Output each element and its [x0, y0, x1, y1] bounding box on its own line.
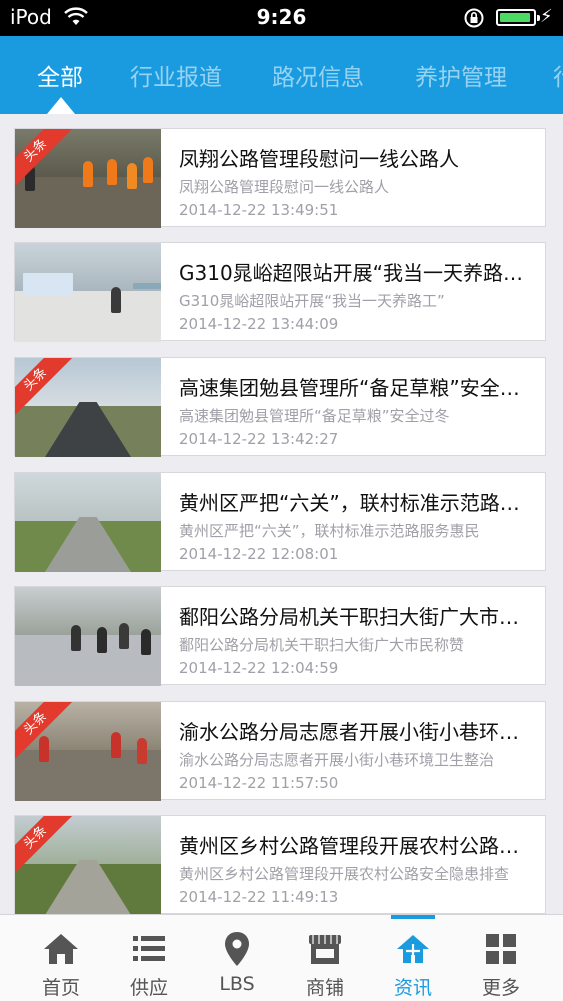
news-thumbnail [15, 243, 161, 342]
news-thumbnail [15, 587, 161, 686]
news-title: 高速集团勉县管理所“备足草粮”安全过冬 [179, 376, 531, 400]
charging-bolt-icon: ⚡ [540, 6, 553, 27]
news-item[interactable]: 头条 渝水公路分局志愿者开展小街小巷环境卫生整治 渝水公路分局志愿者开展小街小巷… [14, 701, 546, 801]
news-item[interactable]: 黄州区严把“六关”，联村标准示范路服务惠民 黄州区严把“六关”，联村标准示范路服… [14, 472, 546, 572]
nav-home[interactable]: 首页 [17, 915, 105, 1001]
news-summary: 高速集团勉县管理所“备足草粮”安全过冬 [179, 407, 450, 425]
tab-all[interactable]: 全部 [37, 58, 83, 92]
news-thumbnail [15, 473, 161, 572]
news-item[interactable]: 头条 凤翔公路管理段慰问一线公路人 凤翔公路管理段慰问一线公路人 2014-12… [14, 128, 546, 228]
news-summary: 鄱阳公路分局机关干职扫大街广大市民称赞 [179, 636, 465, 654]
location-pin-icon [225, 932, 249, 966]
news-title: 渝水公路分局志愿者开展小街小巷环境卫生整治 [179, 720, 531, 744]
nav-shop[interactable]: 商铺 [281, 915, 369, 1001]
tab-industry-report[interactable]: 行业报道 [130, 58, 222, 92]
nav-news[interactable]: 资讯 [369, 915, 457, 1001]
news-summary: 黄州区严把“六关”，联村标准示范路服务惠民 [179, 522, 480, 540]
news-summary: 渝水公路分局志愿者开展小街小巷环境卫生整治 [179, 751, 495, 769]
nav-home-label: 首页 [41, 977, 80, 999]
news-title: 黄州区乡村公路管理段开展农村公路安全隐患排查 [179, 834, 531, 858]
nav-supply[interactable]: 供应 [105, 915, 193, 1001]
tab-road-conditions[interactable]: 路况信息 [272, 58, 364, 92]
battery-icon [496, 9, 540, 26]
shop-icon [309, 935, 341, 964]
active-tab-indicator [47, 97, 75, 114]
news-summary: 凤翔公路管理段慰问一线公路人 [179, 178, 390, 196]
news-title: G310晁峪超限站开展“我当一天养路工” [179, 261, 531, 285]
home-icon [44, 934, 78, 964]
news-thumbnail: 头条 [15, 129, 161, 228]
news-summary: G310晁峪超限站开展“我当一天养路工” [179, 292, 445, 310]
news-timestamp: 2014-12-22 11:49:13 [179, 888, 339, 906]
status-bar: iPod 9:26 ⚡ [0, 0, 563, 36]
tab-partial[interactable]: 行 [553, 58, 563, 92]
nav-more-label: 更多 [481, 977, 520, 999]
nav-lbs-label: LBS [219, 973, 255, 995]
news-timestamp: 2014-12-22 13:44:09 [179, 315, 339, 333]
news-item[interactable]: 鄱阳公路分局机关干职扫大街广大市民称赞 鄱阳公路分局机关干职扫大街广大市民称赞 … [14, 586, 546, 686]
nav-lbs[interactable]: LBS [193, 915, 281, 1001]
news-title: 凤翔公路管理段慰问一线公路人 [179, 147, 459, 171]
active-nav-indicator [391, 915, 435, 919]
rotation-lock-icon [463, 7, 485, 33]
news-item[interactable]: 头条 黄州区乡村公路管理段开展农村公路安全隐患排查 黄州区乡村公路管理段开展农村… [14, 815, 546, 914]
news-item[interactable]: G310晁峪超限站开展“我当一天养路工” G310晁峪超限站开展“我当一天养路工… [14, 242, 546, 342]
news-timestamp: 2014-12-22 11:57:50 [179, 774, 339, 792]
news-thumbnail: 头条 [15, 358, 161, 457]
category-tab-bar: 全部 行业报道 路况信息 养护管理 行 [0, 36, 563, 114]
nav-supply-label: 供应 [129, 977, 168, 999]
news-timestamp: 2014-12-22 13:42:27 [179, 430, 339, 448]
nav-shop-label: 商铺 [305, 977, 344, 999]
news-timestamp: 2014-12-22 12:04:59 [179, 659, 339, 677]
news-timestamp: 2014-12-22 12:08:01 [179, 545, 339, 563]
news-icon [397, 935, 429, 963]
bottom-nav-bar: 首页 供应 LBS 商铺 资讯 更多 [0, 914, 563, 1001]
news-list[interactable]: 头条 凤翔公路管理段慰问一线公路人 凤翔公路管理段慰问一线公路人 2014-12… [0, 114, 563, 914]
news-thumbnail: 头条 [15, 816, 161, 914]
news-timestamp: 2014-12-22 13:49:51 [179, 201, 339, 219]
news-item[interactable]: 头条 高速集团勉县管理所“备足草粮”安全过冬 高速集团勉县管理所“备足草粮”安全… [14, 357, 546, 457]
nav-more[interactable]: 更多 [457, 915, 545, 1001]
nav-news-label: 资讯 [393, 977, 432, 999]
news-summary: 黄州区乡村公路管理段开展农村公路安全隐患排查 [179, 865, 510, 883]
list-icon [133, 936, 165, 961]
news-title: 鄱阳公路分局机关干职扫大街广大市民称赞 [179, 605, 531, 629]
news-title: 黄州区严把“六关”，联村标准示范路服务惠民 [179, 491, 531, 515]
grid-icon [486, 934, 516, 964]
news-thumbnail: 头条 [15, 702, 161, 801]
tab-maintenance[interactable]: 养护管理 [415, 58, 507, 92]
